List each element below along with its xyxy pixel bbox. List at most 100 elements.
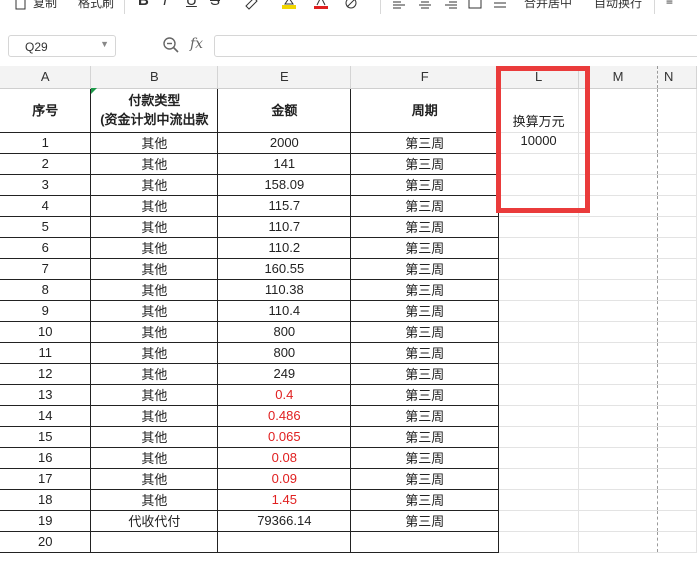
cell-period[interactable]: 第三周 bbox=[350, 405, 500, 427]
cell-seq[interactable]: 17 bbox=[0, 468, 92, 490]
cell-payment-type[interactable] bbox=[90, 531, 219, 553]
cell-l[interactable] bbox=[498, 342, 580, 364]
cell-amount[interactable]: 0.486 bbox=[217, 405, 352, 427]
cell-l[interactable] bbox=[498, 237, 580, 259]
cell-seq[interactable]: 15 bbox=[0, 426, 92, 448]
cell-seq[interactable]: 6 bbox=[0, 237, 92, 259]
column-header-m[interactable]: M bbox=[578, 66, 658, 89]
fill-color-icon[interactable] bbox=[282, 0, 296, 10]
cell-amount[interactable] bbox=[217, 531, 352, 553]
cell-period[interactable]: 第三周 bbox=[350, 447, 500, 469]
distributed-icon[interactable] bbox=[493, 0, 507, 10]
cell-amount[interactable]: 160.55 bbox=[217, 258, 352, 280]
cell-l[interactable] bbox=[498, 258, 580, 280]
cell-l[interactable] bbox=[498, 405, 580, 427]
cell-period[interactable]: 第三周 bbox=[350, 384, 500, 406]
align-center-icon[interactable] bbox=[418, 0, 432, 10]
format-painter-button[interactable]: 格式刷 bbox=[78, 0, 114, 11]
bold-icon[interactable]: B bbox=[138, 0, 149, 9]
cell-l[interactable] bbox=[498, 300, 580, 322]
cell-n[interactable] bbox=[657, 363, 697, 385]
cell-amount[interactable]: 0.065 bbox=[217, 426, 352, 448]
cell-n[interactable] bbox=[657, 468, 697, 490]
cell-payment-type[interactable]: 其他 bbox=[90, 132, 219, 154]
cell-amount[interactable]: 249 bbox=[217, 363, 352, 385]
cell-period[interactable]: 第三周 bbox=[350, 153, 500, 175]
cell-n[interactable] bbox=[657, 342, 697, 364]
cell-n[interactable] bbox=[657, 216, 697, 238]
cell-m[interactable] bbox=[578, 384, 658, 406]
cell-amount[interactable]: 110.2 bbox=[217, 237, 352, 259]
cell-period[interactable]: 第三周 bbox=[350, 195, 500, 217]
cell-payment-type[interactable]: 其他 bbox=[90, 384, 219, 406]
cell-amount[interactable]: 2000 bbox=[217, 132, 352, 154]
cell-l[interactable] bbox=[498, 510, 580, 532]
column-header-n[interactable]: N bbox=[657, 66, 697, 89]
cell-m[interactable] bbox=[578, 174, 658, 196]
cell-n[interactable] bbox=[657, 237, 697, 259]
cell-l-header[interactable]: 换算万元 bbox=[498, 88, 580, 133]
cell-seq[interactable]: 9 bbox=[0, 300, 92, 322]
cell-period[interactable]: 第三周 bbox=[350, 237, 500, 259]
cell-amount[interactable]: 110.38 bbox=[217, 279, 352, 301]
cell-n[interactable] bbox=[657, 426, 697, 448]
cell-n[interactable] bbox=[657, 132, 697, 154]
cell-amount[interactable]: 0.4 bbox=[217, 384, 352, 406]
cell-m[interactable] bbox=[578, 447, 658, 469]
cell-l[interactable] bbox=[498, 174, 580, 196]
cell-m[interactable] bbox=[578, 426, 658, 448]
merge-center-button[interactable]: 合并居中 bbox=[524, 0, 572, 11]
align-right-icon[interactable] bbox=[444, 0, 458, 10]
header-cell-period[interactable]: 周期 bbox=[350, 88, 500, 133]
cell-amount[interactable]: 158.09 bbox=[217, 174, 352, 196]
cell-l[interactable] bbox=[498, 153, 580, 175]
cell-seq[interactable]: 16 bbox=[0, 447, 92, 469]
column-header-e[interactable]: E bbox=[217, 66, 352, 89]
cell-amount[interactable]: 0.08 bbox=[217, 447, 352, 469]
cell-payment-type[interactable]: 其他 bbox=[90, 237, 219, 259]
border-icon[interactable] bbox=[244, 0, 258, 10]
zoom-icon[interactable] bbox=[162, 36, 180, 54]
cell-period[interactable]: 第三周 bbox=[350, 300, 500, 322]
clear-format-icon[interactable] bbox=[344, 0, 358, 10]
cell-n[interactable] bbox=[657, 489, 697, 511]
column-header-b[interactable]: B bbox=[90, 66, 219, 89]
cell-n[interactable] bbox=[657, 384, 697, 406]
cell-m[interactable] bbox=[578, 237, 658, 259]
cell-payment-type[interactable]: 其他 bbox=[90, 153, 219, 175]
chevron-down-icon[interactable]: ▼ bbox=[100, 39, 109, 49]
cell-seq[interactable]: 5 bbox=[0, 216, 92, 238]
wrap-text-button[interactable]: 自动换行 bbox=[594, 0, 642, 11]
cell-payment-type[interactable]: 其他 bbox=[90, 405, 219, 427]
cell-l[interactable]: 10000 bbox=[498, 132, 580, 154]
justify-icon[interactable] bbox=[468, 0, 482, 10]
cell-amount[interactable]: 110.7 bbox=[217, 216, 352, 238]
cell-amount[interactable]: 79366.14 bbox=[217, 510, 352, 532]
cell-m[interactable] bbox=[578, 195, 658, 217]
cell-payment-type[interactable]: 其他 bbox=[90, 321, 219, 343]
cell-n[interactable] bbox=[657, 153, 697, 175]
cell-m[interactable] bbox=[578, 489, 658, 511]
cell-period[interactable]: 第三周 bbox=[350, 279, 500, 301]
cell-amount[interactable]: 0.09 bbox=[217, 468, 352, 490]
column-header-f[interactable]: F bbox=[350, 66, 500, 89]
cell-n[interactable] bbox=[657, 531, 697, 553]
header-cell-seq[interactable]: 序号 bbox=[0, 88, 92, 133]
cell-period[interactable]: 第三周 bbox=[350, 468, 500, 490]
cell-m[interactable] bbox=[578, 132, 658, 154]
copy-button[interactable]: 复制 bbox=[33, 0, 57, 11]
cell-period[interactable]: 第三周 bbox=[350, 321, 500, 343]
cell-period[interactable]: 第三周 bbox=[350, 510, 500, 532]
cell-l[interactable] bbox=[498, 489, 580, 511]
cell-l[interactable] bbox=[498, 531, 580, 553]
cell-n[interactable] bbox=[657, 300, 697, 322]
cell-payment-type[interactable]: 其他 bbox=[90, 279, 219, 301]
cell-m[interactable] bbox=[578, 510, 658, 532]
name-box[interactable]: Q29 ▼ bbox=[8, 35, 116, 57]
cell-period[interactable]: 第三周 bbox=[350, 174, 500, 196]
cell-n[interactable] bbox=[657, 447, 697, 469]
underline-icon[interactable]: U bbox=[186, 0, 197, 9]
formula-input[interactable] bbox=[214, 35, 697, 57]
cell-seq[interactable]: 8 bbox=[0, 279, 92, 301]
align-left-icon[interactable] bbox=[392, 0, 406, 10]
